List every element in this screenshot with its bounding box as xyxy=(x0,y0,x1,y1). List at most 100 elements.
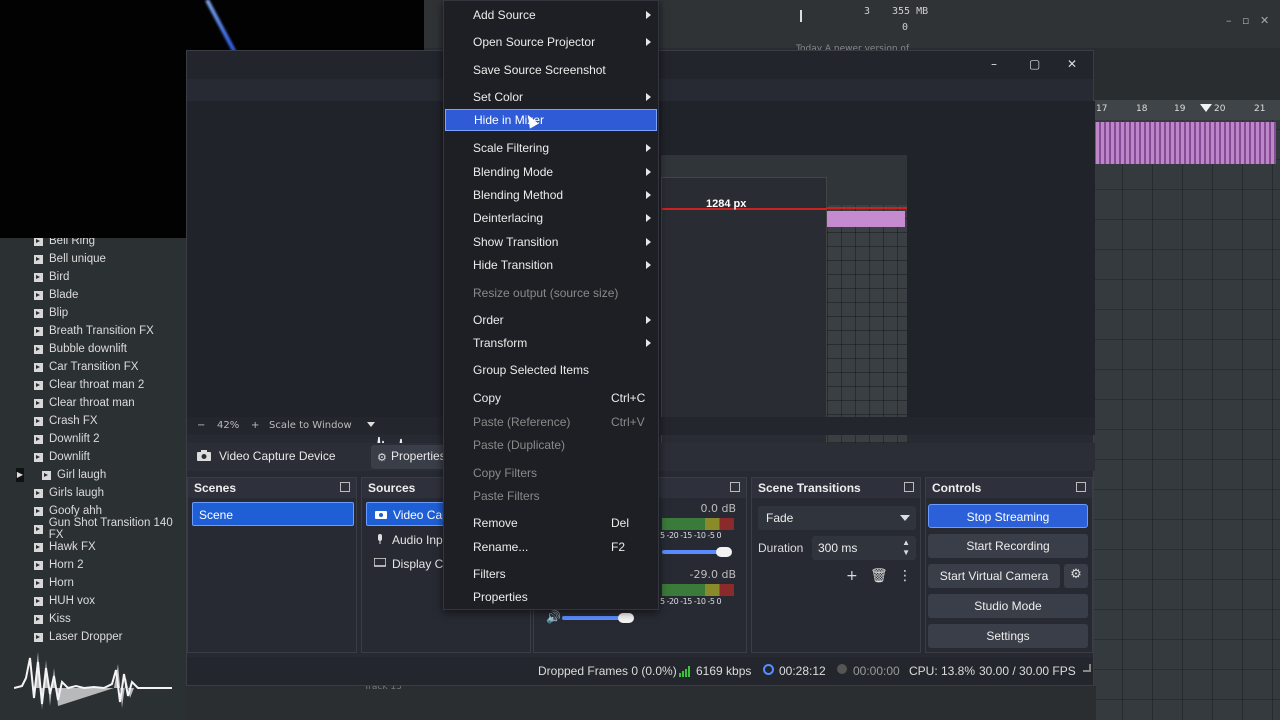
browser-item[interactable]: ▶ Girl laugh xyxy=(0,466,186,484)
add-icon[interactable]: + xyxy=(846,568,858,584)
chevron-down-icon[interactable] xyxy=(367,422,375,427)
menu-item-label: Add Source xyxy=(473,8,536,22)
stream-status-icon xyxy=(763,664,774,675)
audio-file-icon xyxy=(34,452,43,462)
browser-item[interactable]: Bell unique xyxy=(0,250,186,268)
menu-item-transform[interactable]: Transform xyxy=(445,332,657,354)
menu-item-open-source-projector[interactable]: Open Source Projector xyxy=(445,31,657,53)
browser-item[interactable]: Crash FX xyxy=(0,412,186,430)
trash-icon[interactable]: 🗑 xyxy=(870,568,888,584)
browser-item[interactable]: Downlift 2 xyxy=(0,430,186,448)
meter-scale: 5 -20 -15 -10 -5 0 xyxy=(660,597,722,606)
submenu-arrow-icon xyxy=(646,238,651,246)
menu-item-properties[interactable]: Properties xyxy=(445,586,657,608)
menu-item-rename[interactable]: Rename... F2 xyxy=(445,536,657,558)
menu-item-label: Remove xyxy=(473,516,518,530)
duration-input[interactable]: 300 ms ▲ ▼ xyxy=(812,536,916,560)
browser-item[interactable]: Downlift xyxy=(0,448,186,466)
menu-item-order[interactable]: Order xyxy=(445,309,657,331)
close-icon[interactable]: ✕ xyxy=(1067,57,1077,71)
daw-minimize-icon[interactable]: – xyxy=(1226,14,1232,27)
browser-item[interactable]: Bird xyxy=(0,268,186,286)
browser-item[interactable]: Clear throat man xyxy=(0,394,186,412)
start-recording-button[interactable]: Start Recording xyxy=(928,534,1088,558)
playhead-marker[interactable] xyxy=(1200,104,1212,112)
expand-arrow-icon[interactable]: ▶ xyxy=(16,468,24,482)
menu-item-scale-filtering[interactable]: Scale Filtering xyxy=(445,137,657,159)
transitions-header: Scene Transitions xyxy=(752,478,920,498)
browser-item-label: Blade xyxy=(49,289,79,301)
menu-item-label: Set Color xyxy=(473,90,524,104)
audio-file-icon xyxy=(34,308,43,318)
browser-item[interactable]: Kiss xyxy=(0,610,186,628)
menu-item-resize-output-source-size[interactable]: Resize output (source size) xyxy=(445,282,657,304)
volume-slider-track[interactable] xyxy=(562,616,626,620)
zoom-in-button[interactable]: + xyxy=(251,420,259,431)
menu-item-blending-method[interactable]: Blending Method xyxy=(445,184,657,206)
menu-item-hide-in-mixer[interactable]: Hide in Mixer xyxy=(445,109,657,131)
menu-item-copy-filters[interactable]: Copy Filters xyxy=(445,462,657,484)
undock-icon[interactable] xyxy=(1076,482,1086,492)
microphone-icon xyxy=(378,534,382,544)
browser-item[interactable]: Horn 2 xyxy=(0,556,186,574)
volume-slider-knob[interactable] xyxy=(618,613,634,623)
browser-item[interactable]: Laser Dropper xyxy=(0,628,186,646)
gear-icon[interactable]: ⚙ xyxy=(1064,564,1088,588)
daw-playlist-grid[interactable] xyxy=(1092,100,1280,720)
spin-down-icon[interactable]: ▼ xyxy=(902,548,910,557)
settings-button[interactable]: Settings xyxy=(928,624,1088,648)
transition-select[interactable]: Fade xyxy=(758,506,916,530)
menu-item-paste-reference[interactable]: Paste (Reference) Ctrl+V xyxy=(445,411,657,433)
undock-icon[interactable] xyxy=(730,482,740,492)
minimize-icon[interactable]: – xyxy=(991,57,997,71)
menu-item-hide-transition[interactable]: Hide Transition xyxy=(445,254,657,276)
record-time: 00:00:00 xyxy=(853,664,900,678)
menu-item-filters[interactable]: Filters xyxy=(445,563,657,585)
browser-item[interactable]: Clear throat man 2 xyxy=(0,376,186,394)
audio-clip[interactable] xyxy=(1094,122,1276,164)
browser-item[interactable]: Blade xyxy=(0,286,186,304)
undock-icon[interactable] xyxy=(340,482,350,492)
start-virtual-camera-button[interactable]: Start Virtual Camera xyxy=(928,564,1060,588)
menu-item-copy[interactable]: Copy Ctrl+C xyxy=(445,387,657,409)
browser-item[interactable]: Girls laugh xyxy=(0,484,186,502)
scene-item[interactable]: Scene xyxy=(192,502,354,526)
browser-item[interactable]: Breath Transition FX xyxy=(0,322,186,340)
menu-item-add-source[interactable]: Add Source xyxy=(445,4,657,26)
resize-grip[interactable] xyxy=(1083,664,1091,672)
browser-item[interactable]: Bubble downlift xyxy=(0,340,186,358)
spin-up-icon[interactable]: ▲ xyxy=(902,538,910,547)
browser-item[interactable]: Car Transition FX xyxy=(0,358,186,376)
volume-slider-knob[interactable] xyxy=(716,547,732,557)
menu-item-remove[interactable]: Remove Del xyxy=(445,512,657,534)
more-options-icon[interactable]: ⋮ xyxy=(898,568,912,584)
daw-timeline-ruler[interactable]: 17 18 19 20 21 xyxy=(1092,100,1280,120)
browser-item[interactable]: Hawk FX xyxy=(0,538,186,556)
speaker-icon[interactable]: 🔊 xyxy=(546,610,561,624)
menu-item-set-color[interactable]: Set Color xyxy=(445,86,657,108)
menu-item-deinterlacing[interactable]: Deinterlacing xyxy=(445,207,657,229)
audio-file-icon xyxy=(34,362,43,372)
browser-item[interactable]: HUH vox xyxy=(0,592,186,610)
menu-item-paste-duplicate[interactable]: Paste (Duplicate) xyxy=(445,434,657,456)
daw-close-icon[interactable]: ✕ xyxy=(1260,14,1269,27)
stop-streaming-button[interactable]: Stop Streaming xyxy=(928,504,1088,528)
undock-icon[interactable] xyxy=(904,482,914,492)
browser-item[interactable]: Gun Shot Transition 140 FX xyxy=(0,517,186,541)
browser-item[interactable]: Horn xyxy=(0,574,186,592)
zoom-out-button[interactable]: − xyxy=(197,420,205,431)
studio-mode-button[interactable]: Studio Mode xyxy=(928,594,1088,618)
scale-mode-select[interactable]: Scale to Window xyxy=(269,420,352,431)
controls-title: Controls xyxy=(932,481,982,495)
menu-item-label: Show Transition xyxy=(473,235,559,249)
maximize-icon[interactable]: ▢ xyxy=(1029,57,1040,71)
menu-item-blending-mode[interactable]: Blending Mode xyxy=(445,161,657,183)
menu-item-label: Deinterlacing xyxy=(473,211,544,225)
menu-item-show-transition[interactable]: Show Transition xyxy=(445,231,657,253)
duration-value: 300 ms xyxy=(818,541,858,555)
browser-item[interactable]: Blip xyxy=(0,304,186,322)
menu-item-group-selected-items[interactable]: Group Selected Items xyxy=(445,359,657,381)
menu-item-save-source-screenshot[interactable]: Save Source Screenshot xyxy=(445,59,657,81)
daw-maximize-icon[interactable]: ▫ xyxy=(1242,14,1249,27)
menu-item-paste-filters[interactable]: Paste Filters xyxy=(445,485,657,507)
